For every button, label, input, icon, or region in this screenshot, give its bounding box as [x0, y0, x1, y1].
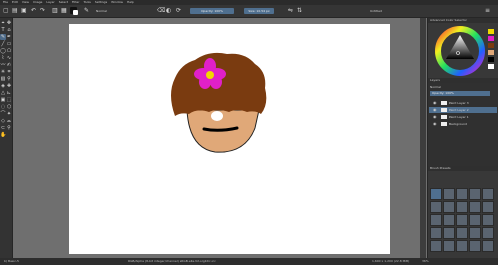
brush-preset-tile[interactable]: [443, 240, 455, 252]
brush-preset-tile[interactable]: [482, 227, 494, 239]
brush-preset-tile[interactable]: [456, 227, 468, 239]
brush-preset-tile[interactable]: [456, 188, 468, 200]
tool-options-bar: ▢ ▤ ▣ ↶ ↷ ▥ ▦ ✎ Normal ⌫ ◐ ⟳ Opacity: 10…: [0, 5, 498, 18]
measure-tool-icon[interactable]: ⊾: [6, 90, 12, 96]
window-settings-icon[interactable]: ≡: [485, 7, 490, 15]
bezier-select-icon[interactable]: ⌓: [6, 118, 12, 124]
gradient-icon[interactable]: ▥: [52, 7, 58, 15]
brush-preset-tile[interactable]: [430, 188, 442, 200]
layer-thumbnail: [441, 101, 447, 105]
smart-patch-icon[interactable]: ✚: [6, 83, 12, 89]
bezier-tool-icon[interactable]: ∿: [6, 55, 12, 61]
layers-panel: Layers Normal Opacity: 100% ◉ Paint Laye…: [428, 78, 498, 166]
move-tool-icon[interactable]: ✥: [6, 20, 12, 26]
layer-row[interactable]: ◉ Background: [429, 121, 497, 127]
layer-opacity-slider[interactable]: Opacity: 100%: [430, 91, 490, 96]
brush-preset-tile[interactable]: [469, 188, 481, 200]
layer-name: Background: [449, 122, 467, 126]
layer-row[interactable]: ◉ Paint Layer 3: [429, 100, 497, 106]
eraser-mode-icon[interactable]: ⌫: [157, 7, 165, 15]
color-wheel-icon[interactable]: [428, 23, 498, 78]
status-zoom-level[interactable]: 36%: [422, 258, 429, 265]
canvas-viewport[interactable]: [13, 18, 427, 258]
layers-title: Layers: [428, 78, 498, 83]
rectangle-tool-icon[interactable]: ▭: [6, 41, 12, 47]
brush-presets-title: Brush Presets: [428, 166, 498, 171]
dynamic-brush-icon[interactable]: ✍: [6, 62, 12, 68]
brush-preset-tile[interactable]: [443, 201, 455, 213]
save-icon[interactable]: ▣: [21, 7, 27, 15]
brush-preset-tile[interactable]: [443, 188, 455, 200]
redo-icon[interactable]: ↷: [40, 7, 45, 15]
rect-select-icon[interactable]: ⬚: [6, 97, 12, 103]
brush-preset-tile[interactable]: [482, 240, 494, 252]
zoom-tool-icon[interactable]: ⚲: [6, 125, 12, 131]
brush-preset-tile[interactable]: [469, 201, 481, 213]
brush-preset-tile[interactable]: [456, 201, 468, 213]
brush-preset-tile[interactable]: [430, 240, 442, 252]
visibility-eye-icon[interactable]: ◉: [433, 114, 437, 120]
layer-name: Paint Layer 3: [449, 101, 469, 105]
open-document-icon[interactable]: ▤: [12, 7, 18, 15]
advanced-color-selector[interactable]: [428, 23, 498, 78]
pan-tool-icon[interactable]: ✋: [0, 132, 6, 138]
drawing-canvas[interactable]: [69, 24, 390, 254]
calligraphy-tool-icon[interactable]: ✒: [6, 34, 12, 40]
brush-preset-tile[interactable]: [482, 188, 494, 200]
brush-preset-tile[interactable]: [482, 214, 494, 226]
krita-window: File Edit View Image Layer Select Filter…: [0, 0, 498, 265]
layer-thumbnail: [441, 122, 447, 126]
reload-preset-icon[interactable]: ⟳: [176, 7, 181, 15]
brush-preset-icon[interactable]: ✎: [84, 7, 89, 15]
vertical-scrollbar[interactable]: [420, 18, 426, 258]
layer-thumbnail: [441, 115, 447, 119]
visibility-eye-icon[interactable]: ◉: [433, 121, 437, 127]
character-drawing: [171, 52, 267, 153]
blend-mode-select[interactable]: Normal: [96, 8, 107, 14]
new-document-icon[interactable]: ▢: [3, 7, 9, 15]
brush-preset-tile[interactable]: [430, 214, 442, 226]
toolbox: ⌖ ✥ T ⌂ ✎ ✒ ╱ ▭ ◯ ⬠ ⌇ ∿ 〰 ✍ ✳ ⌗ ▧ ⚲ ◈ ✚ …: [0, 18, 13, 258]
brush-preset-tile[interactable]: [430, 227, 442, 239]
mirror-vertical-icon[interactable]: ⇅: [297, 7, 302, 15]
status-color-profile: RGB/Alpha (8-bit integer/channel) sRGB-e…: [128, 259, 216, 263]
brush-preset-tile[interactable]: [430, 201, 442, 213]
status-bar: b) Basic-5 RGB/Alpha (8-bit integer/chan…: [0, 258, 498, 265]
status-brush-name: b) Basic-5: [4, 259, 19, 263]
eye-shape: [211, 111, 223, 121]
document-tab[interactable]: Untitled: [370, 8, 382, 14]
layer-thumbnail: [441, 108, 447, 112]
brush-preset-tile[interactable]: [469, 227, 481, 239]
layer-row-selected[interactable]: ◉ Paint Layer 2: [429, 107, 497, 113]
brush-preset-tile[interactable]: [456, 240, 468, 252]
undo-icon[interactable]: ↶: [31, 7, 36, 15]
brush-preset-tile[interactable]: [469, 214, 481, 226]
layer-blend-select[interactable]: Normal: [430, 85, 441, 90]
status-image-size: 1,600 x 1,200 (22.8 MiB): [372, 259, 410, 263]
layer-name: Paint Layer 2: [449, 108, 469, 112]
brush-preset-tile[interactable]: [482, 201, 494, 213]
right-docker: Advanced Color Selector Layers Normal Op…: [427, 18, 498, 258]
color-picker-icon[interactable]: ⚲: [6, 76, 12, 82]
edit-shapes-icon[interactable]: ⌂: [6, 27, 12, 33]
mirror-horizontal-icon[interactable]: ⇋: [288, 7, 293, 15]
layer-row[interactable]: ◉ Paint Layer 1: [429, 114, 497, 120]
visibility-eye-icon[interactable]: ◉: [433, 100, 437, 106]
brush-preset-tile[interactable]: [456, 214, 468, 226]
brush-preset-tile[interactable]: [443, 227, 455, 239]
opacity-slider[interactable]: Opacity: 100%: [190, 8, 234, 14]
preserve-alpha-icon[interactable]: ◐: [166, 7, 171, 15]
brush-preset-tile[interactable]: [469, 240, 481, 252]
layer-name: Paint Layer 1: [449, 115, 469, 119]
brush-presets-panel: Brush Presets: [428, 166, 498, 258]
visibility-eye-icon[interactable]: ◉: [433, 107, 437, 113]
polygon-tool-icon[interactable]: ⬠: [6, 48, 12, 54]
contiguous-select-icon[interactable]: ✦: [6, 111, 12, 117]
brush-preset-tile[interactable]: [443, 214, 455, 226]
background-color-swatch[interactable]: [73, 10, 78, 15]
size-slider[interactable]: Size: 10.54 px: [244, 8, 274, 14]
pattern-icon[interactable]: ▦: [61, 7, 67, 15]
polygon-select-icon[interactable]: ⬡: [6, 104, 12, 110]
crop-tool-icon[interactable]: ⌗: [6, 69, 12, 75]
